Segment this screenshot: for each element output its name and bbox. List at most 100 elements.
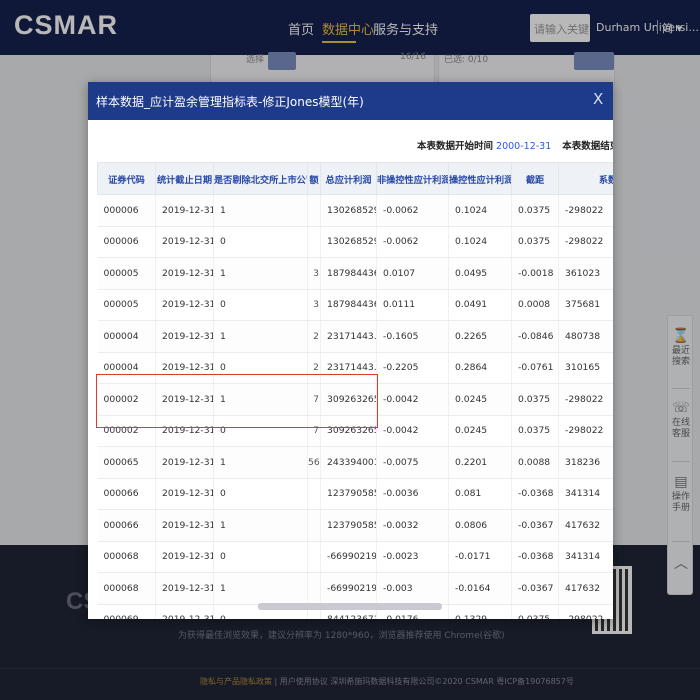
- table-cell: -0.0023: [376, 541, 449, 573]
- table-cell: 000065: [97, 446, 156, 479]
- col-header-exclude-bse[interactable]: 是否剔除北交所上市公司: [213, 162, 308, 195]
- table-cell: 0: [213, 478, 308, 510]
- table-cell: -0.0042: [376, 383, 449, 416]
- table-cell: 2019-12-31: [155, 320, 214, 353]
- table-cell: 0.2265: [448, 320, 512, 353]
- table-cell: -0.0367: [511, 509, 559, 542]
- table-cell: 23171443.31: [320, 320, 377, 353]
- table-cell: 000002: [97, 383, 156, 416]
- table-cell: 000004: [97, 352, 156, 384]
- table-cell: 2019-12-31: [155, 257, 214, 290]
- table-cell: 3092632652...: [320, 383, 377, 416]
- table-cell: 0.0491: [448, 289, 512, 321]
- table-cell: 000005: [97, 257, 156, 290]
- table-cell: 0.2864: [448, 352, 512, 384]
- table-cell: 2019-12-31: [155, 446, 214, 479]
- table-cell: 2: [307, 320, 321, 353]
- table-cell: 0.0806: [448, 509, 512, 542]
- table-cell: 0.081: [448, 478, 512, 510]
- table-cell: 000006: [97, 194, 156, 227]
- table-cell: 0.0375: [511, 383, 559, 416]
- table-cell: [307, 194, 321, 227]
- col-header-discretionary-accruals[interactable]: 操控性应计利润: [448, 162, 512, 195]
- table-cell: -298022: [558, 415, 613, 447]
- table-cell: 1237905850.85: [320, 478, 377, 510]
- table-cell: 0: [213, 541, 308, 573]
- table-row[interactable]: 0000062019-12-311 1302685297.67-0.00620.1…: [97, 194, 613, 227]
- table-cell: 000004: [97, 320, 156, 353]
- table-cell: 2: [307, 352, 321, 384]
- table-row[interactable]: 0000042019-12-311223171443.31-0.16050.22…: [97, 320, 613, 353]
- table-cell: 1302685297.67: [320, 194, 377, 227]
- sample-data-modal: 样本数据_应计盈余管理指标表-修正Jones模型(年) X 本表数据开始时间 2…: [88, 82, 613, 619]
- modal-title: 样本数据_应计盈余管理指标表-修正Jones模型(年): [96, 95, 364, 109]
- table-cell: 000002: [97, 415, 156, 447]
- col-header-coefficient[interactable]: 系数: [558, 162, 613, 195]
- table-cell: 3: [307, 257, 321, 290]
- table-row[interactable]: 0000042019-12-310223171443.31-0.22050.28…: [97, 352, 613, 384]
- table-row[interactable]: 0000682019-12-311 -66990219.91-0.003-0.01…: [97, 572, 613, 605]
- table-cell: 56: [307, 446, 321, 479]
- col-header-total-accruals[interactable]: 总应计利润: [320, 162, 377, 195]
- table-row[interactable]: 0000652019-12-31156243394001​0.91-0.0075…: [97, 446, 613, 479]
- table-cell: 0: [213, 289, 308, 321]
- table-cell: 318236: [558, 446, 613, 479]
- table-body: 0000062019-12-3111302685297.67-0.00620.1…: [97, 194, 613, 619]
- table-cell: 2019-12-31: [155, 226, 214, 258]
- table-cell: 1237905850.85: [320, 509, 377, 542]
- table-cell: 2019-12-31: [155, 604, 214, 619]
- table-cell: 361023: [558, 257, 613, 290]
- table-row[interactable]: 0000052019-12-3103187984436.310.01110.04…: [97, 289, 613, 321]
- table-row[interactable]: 0000022019-12-31073092632652...-0.00420.…: [97, 415, 613, 447]
- table-cell: 3: [307, 289, 321, 321]
- modal-header: 样本数据_应计盈余管理指标表-修正Jones模型(年) X: [88, 82, 613, 120]
- table-cell: -0.0032: [376, 509, 449, 542]
- table-cell: 417632: [558, 572, 613, 605]
- table-cell: -0.0171: [448, 541, 512, 573]
- table-cell: 1: [213, 320, 308, 353]
- table-cell: 187984436.31: [320, 257, 377, 290]
- table-row[interactable]: 0000052019-12-3113187984436.310.01070.04…: [97, 257, 613, 290]
- table-cell: 000066: [97, 478, 156, 510]
- table-row[interactable]: 0000662019-12-311 1237905850.85-0.00320.0…: [97, 509, 613, 542]
- table-cell: 2019-12-31: [155, 289, 214, 321]
- table-cell: -0.1605: [376, 320, 449, 353]
- table-cell: 0.0008: [511, 289, 559, 321]
- col-header-nondiscretionary-accruals[interactable]: 非操控性应计利润: [376, 162, 449, 195]
- table-row[interactable]: 0000022019-12-31173092632652...-0.00420.…: [97, 383, 613, 416]
- table-cell: -0.0062: [376, 194, 449, 227]
- data-table-scroll[interactable]: 证券代码 统计截止日期 是否剔除北交所上市公司 额 总应计利润 非操控性应计利润…: [97, 162, 613, 619]
- table-cell: 0.0111: [376, 289, 449, 321]
- date-end-label: 本表数据结束时间: [562, 141, 613, 152]
- table-cell: 1: [213, 572, 308, 605]
- sample-data-table: 证券代码 统计截止日期 是否剔除北交所上市公司 额 总应计利润 非操控性应计利润…: [97, 162, 613, 619]
- table-row[interactable]: 0000062019-12-310 1302685297.67-0.00620.1…: [97, 226, 613, 258]
- col-header-end-date[interactable]: 统计截止日期: [155, 162, 214, 195]
- table-cell: -0.003: [376, 572, 449, 605]
- col-header-clipped[interactable]: 额: [307, 162, 321, 195]
- table-row[interactable]: 0000682019-12-310-66990219.91-0.0023-0.0…: [97, 541, 613, 573]
- col-header-intercept[interactable]: 截距: [511, 162, 559, 195]
- table-cell: 1: [213, 509, 308, 542]
- table-cell: 0.0375: [511, 226, 559, 258]
- table-cell: 0.0375: [511, 415, 559, 447]
- table-cell: -0.0761: [511, 352, 559, 384]
- close-icon[interactable]: X: [593, 90, 603, 108]
- table-cell: 000069: [97, 604, 156, 619]
- table-cell: 0.1329: [448, 604, 512, 619]
- table-cell: 1: [213, 257, 308, 290]
- table-cell: 7: [307, 415, 321, 447]
- table-cell: -66990219.91: [320, 541, 377, 573]
- table-cell: -298022: [558, 604, 613, 619]
- table-cell: [307, 572, 321, 605]
- col-header-stock-code[interactable]: 证券代码: [97, 162, 156, 195]
- horizontal-scrollbar-thumb[interactable]: [258, 603, 442, 610]
- table-cell: 375681: [558, 289, 613, 321]
- table-cell: 000066: [97, 509, 156, 542]
- table-row[interactable]: 0000662019-12-310 1237905850.85-0.00360.0…: [97, 478, 613, 510]
- table-cell: 2019-12-31: [155, 541, 214, 573]
- table-cell: 0.1024: [448, 194, 512, 227]
- table-cell: 0.2201: [448, 446, 512, 479]
- table-cell: 480738: [558, 320, 613, 353]
- table-cell: 000005: [97, 289, 156, 321]
